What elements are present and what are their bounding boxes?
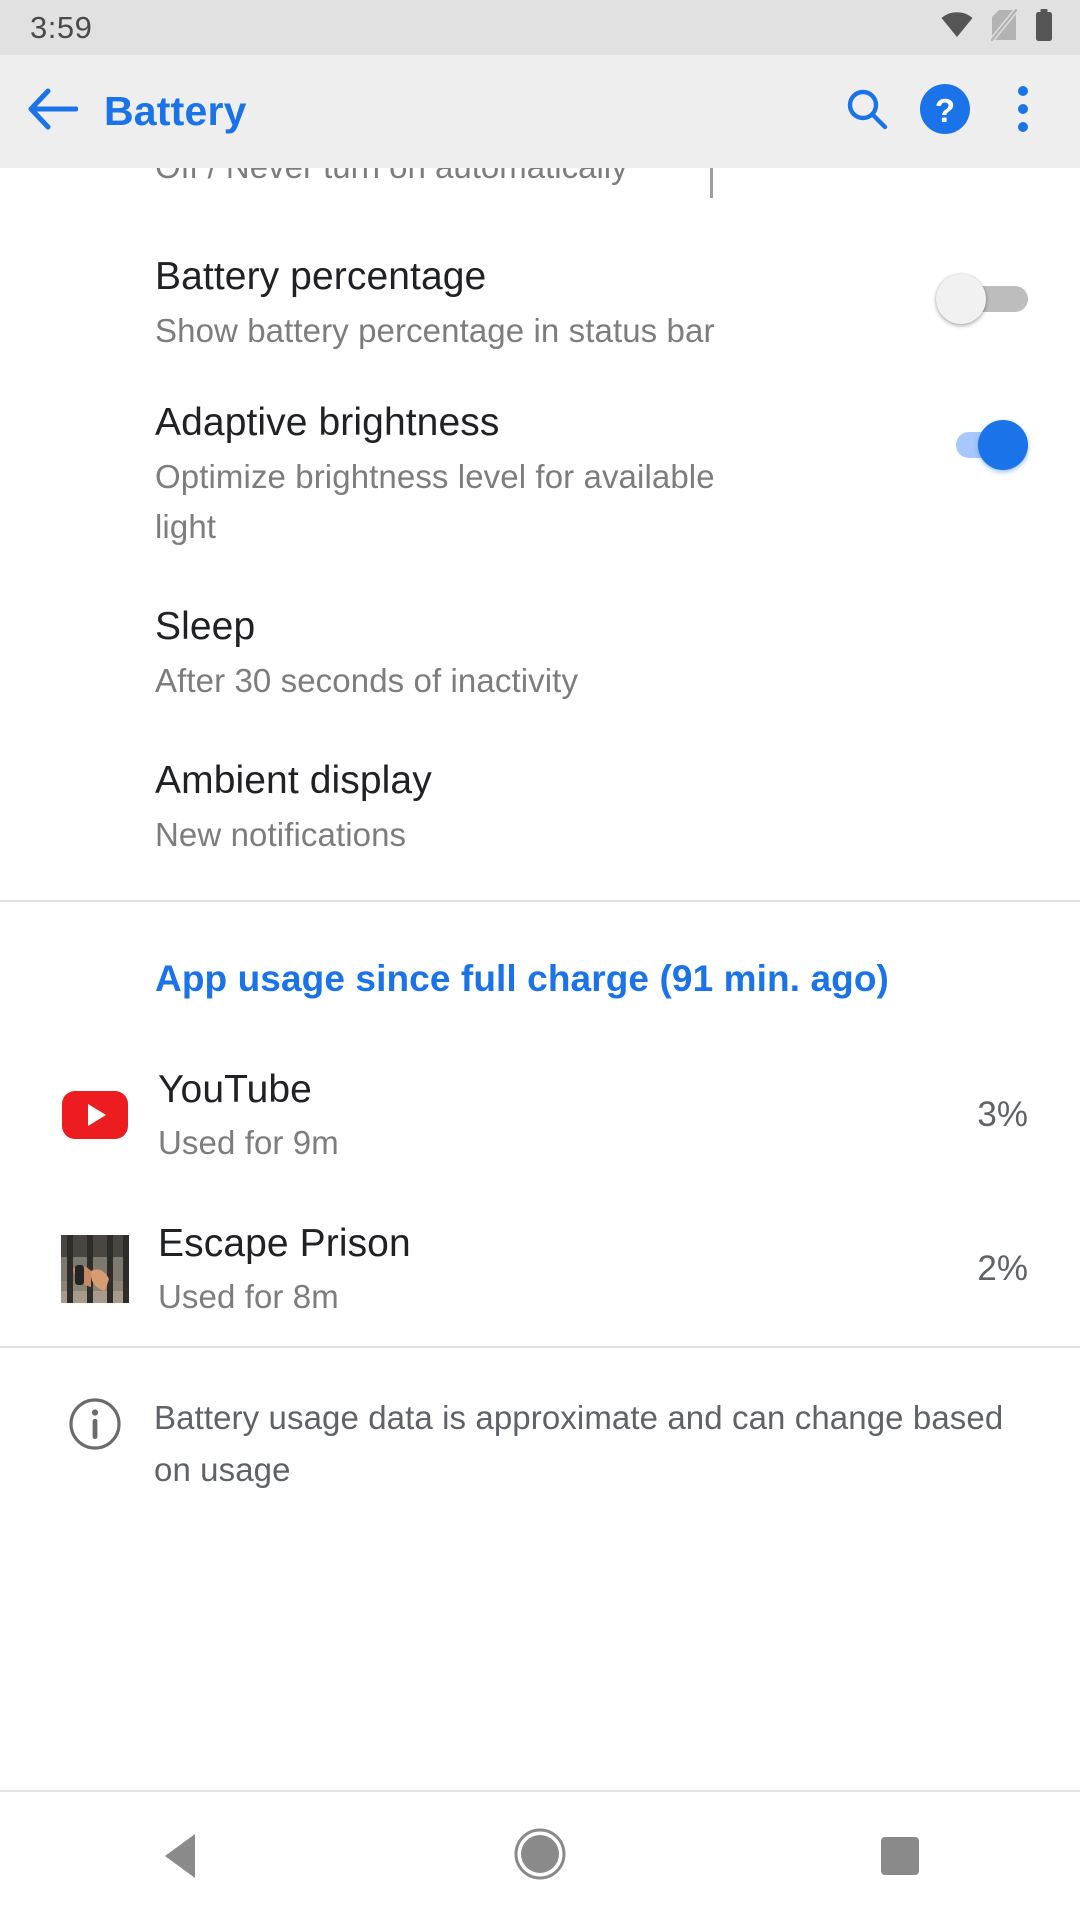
settings-scroll-content[interactable]: Off / Never turn on automatically Batter…	[0, 168, 1080, 1790]
page-title: Battery	[104, 88, 247, 134]
back-nav-button[interactable]	[80, 1791, 280, 1920]
app-bar-actions: ?	[828, 73, 1080, 151]
clipped-preference-row[interactable]: Off / Never turn on automatically	[0, 168, 1080, 210]
preference-title: Ambient display	[155, 759, 432, 802]
preference-title: Adaptive brightness	[155, 401, 500, 444]
toggle-thumb	[978, 420, 1028, 470]
back-arrow-icon	[26, 86, 79, 137]
app-text: Escape Prison Used for 8m	[154, 1216, 961, 1322]
help-button[interactable]: ?	[906, 73, 984, 151]
youtube-icon	[61, 1081, 129, 1149]
android-battery-settings-screen: 3:59 Battery ? Battery percentage Show b…	[0, 0, 1080, 1920]
preference-title: Battery percentage	[155, 255, 487, 298]
recents-nav-icon	[881, 1837, 919, 1875]
preference-text: Adaptive brightness Optimize brightness …	[155, 394, 936, 552]
app-usage-duration: Used for 8m	[158, 1278, 339, 1315]
app-bar: Battery ?	[0, 55, 1080, 168]
preference-row-sleep[interactable]: Sleep After 30 seconds of inactivity	[0, 552, 1080, 706]
toggle-thumb	[936, 274, 986, 324]
preference-row-adaptive-brightness[interactable]: Adaptive brightness Optimize brightness …	[0, 356, 1080, 552]
status-bar: 3:59	[0, 0, 1080, 55]
footer-icon-wrapper	[36, 1392, 154, 1457]
battery-usage-disclaimer: Battery usage data is approximate and ca…	[0, 1348, 1080, 1540]
app-usage-row-escape-prison[interactable]: Escape Prison Used for 8m 2%	[0, 1192, 1080, 1346]
wifi-icon	[940, 12, 974, 43]
preference-title: Sleep	[155, 605, 256, 648]
app-usage-duration: Used for 9m	[158, 1124, 339, 1161]
preference-subtitle: Optimize brightness level for available …	[155, 458, 715, 545]
preference-subtitle: After 30 seconds of inactivity	[155, 662, 579, 699]
home-nav-button[interactable]	[440, 1791, 640, 1920]
app-icon-wrapper	[36, 1081, 154, 1149]
overflow-menu-button[interactable]	[984, 73, 1062, 151]
search-button[interactable]	[828, 73, 906, 151]
help-icon: ?	[916, 80, 974, 143]
app-usage-row-youtube[interactable]: YouTube Used for 9m 3%	[0, 1038, 1080, 1192]
disclaimer-text: Battery usage data is approximate and ca…	[154, 1399, 1004, 1488]
preference-text: Sleep After 30 seconds of inactivity	[155, 598, 1028, 706]
clipped-divider-tick	[710, 168, 713, 198]
app-usage-section-header[interactable]: App usage since full charge (91 min. ago…	[0, 902, 1080, 1038]
preference-row-battery-percentage[interactable]: Battery percentage Show battery percenta…	[0, 210, 1080, 356]
adaptive-brightness-toggle[interactable]	[936, 416, 1028, 472]
back-nav-icon	[165, 1834, 195, 1878]
escape-prison-icon	[61, 1235, 129, 1303]
app-name: YouTube	[158, 1068, 312, 1111]
clipped-preference-subtitle: Off / Never turn on automatically	[155, 168, 628, 186]
home-nav-icon	[511, 1825, 569, 1888]
info-icon	[67, 1396, 123, 1457]
search-icon	[843, 85, 891, 138]
status-bar-clock: 3:59	[30, 9, 93, 45]
battery-full-icon	[1034, 9, 1054, 46]
app-battery-percent: 3%	[977, 1095, 1028, 1134]
back-button[interactable]	[0, 86, 104, 137]
svg-text:?: ?	[935, 92, 955, 129]
preference-text: Ambient display New notifications	[155, 752, 1028, 860]
recents-nav-button[interactable]	[800, 1791, 1000, 1920]
status-bar-icons	[940, 7, 1054, 46]
app-name: Escape Prison	[158, 1222, 411, 1265]
preference-row-ambient-display[interactable]: Ambient display New notifications	[0, 706, 1080, 900]
no-sim-icon	[989, 7, 1019, 46]
preference-text: Battery percentage Show battery percenta…	[155, 248, 936, 356]
preference-subtitle: New notifications	[155, 816, 407, 853]
overflow-menu-icon	[1014, 83, 1032, 140]
app-icon-wrapper	[36, 1235, 154, 1303]
system-navigation-bar	[0, 1790, 1080, 1920]
app-text: YouTube Used for 9m	[154, 1062, 961, 1168]
preference-subtitle: Show battery percentage in status bar	[155, 312, 715, 349]
app-battery-percent: 2%	[977, 1249, 1028, 1288]
battery-percentage-toggle[interactable]	[936, 270, 1028, 326]
